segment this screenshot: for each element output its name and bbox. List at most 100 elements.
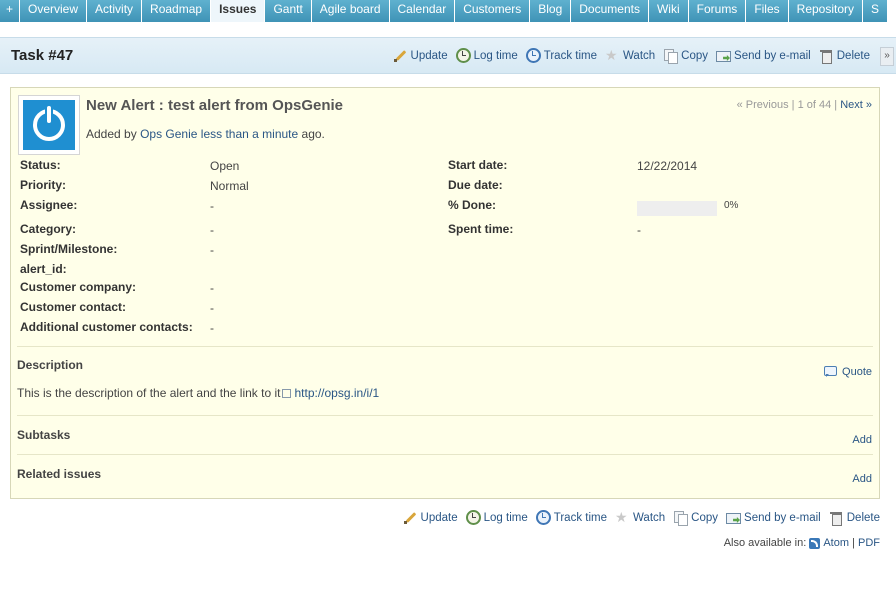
related-issues-title: Related issues [17, 467, 102, 481]
rss-feed-icon [809, 537, 821, 549]
copy-icon [663, 48, 679, 64]
tab-gantt[interactable]: Gantt [265, 0, 311, 22]
watch-button[interactable]: ★ Watch [615, 510, 665, 525]
attr-assignee-label: Assignee: [20, 198, 78, 212]
add-subtask-button[interactable]: Add [852, 434, 872, 446]
opsgenie-logo [23, 100, 75, 150]
attr-customer-contact-value: - [210, 301, 214, 315]
title-bar: Task #47 Update Log time Track time ★ Wat… [0, 37, 896, 74]
description-link[interactable]: http://opsg.in/i/1 [294, 386, 379, 400]
issue-subject: New Alert : test alert from OpsGenie [86, 97, 344, 114]
log-time-button[interactable]: Log time [455, 48, 518, 63]
tab-activity[interactable]: Activity [87, 0, 142, 22]
subtasks-title: Subtasks [17, 428, 71, 442]
delete-button[interactable]: Delete [829, 510, 880, 526]
star-icon: ★ [615, 509, 628, 525]
pencil-icon [403, 510, 418, 525]
divider [17, 454, 873, 455]
pencil-icon [393, 48, 408, 63]
done-percentage: 0% [724, 200, 739, 211]
description-title: Description [17, 358, 84, 372]
tab-roadmap[interactable]: Roadmap [142, 0, 211, 22]
attr-priority-label: Priority: [20, 178, 67, 192]
next-link[interactable]: Next » [840, 99, 872, 111]
issue-navigation: « Previous | 1 of 44 | Next » [736, 99, 872, 111]
previous-link[interactable]: « Previous [737, 99, 789, 111]
tab-issues[interactable]: Issues [211, 0, 265, 22]
attr-spent-time-label: Spent time: [448, 222, 514, 236]
timer-icon [535, 510, 551, 525]
email-icon [716, 48, 732, 63]
tab-customers[interactable]: Customers [455, 0, 530, 22]
attr-customer-company-value: - [210, 281, 214, 295]
sidebar-toggle-button[interactable]: » [880, 47, 894, 66]
attr-sprint-value: - [210, 243, 214, 257]
email-icon [726, 510, 742, 525]
tab-blog[interactable]: Blog [530, 0, 571, 22]
attr-done-label: % Done: [448, 198, 496, 212]
attr-status-value: Open [210, 159, 240, 173]
divider [17, 415, 873, 416]
author-avatar [18, 95, 80, 155]
attr-additional-contacts-value: - [210, 321, 214, 335]
send-email-button[interactable]: Send by e-mail [716, 48, 811, 63]
attr-status-label: Status: [20, 158, 61, 172]
issue-author-line: Added by Ops Genie less than a minute ag… [86, 127, 325, 141]
tab-documents[interactable]: Documents [571, 0, 648, 22]
tab-forums[interactable]: Forums [688, 0, 746, 22]
send-email-button[interactable]: Send by e-mail [726, 510, 821, 525]
tab-repository[interactable]: Repository [788, 0, 863, 22]
attr-customer-company-label: Customer company: [20, 280, 137, 294]
add-related-issue-button[interactable]: Add [852, 473, 872, 485]
tab-agile-board[interactable]: Agile board [311, 0, 389, 22]
attr-start-date-label: Start date: [448, 158, 508, 172]
attr-additional-contacts-label: Additional customer contacts: [20, 320, 193, 334]
atom-link[interactable]: Atom [823, 537, 849, 549]
tab-new[interactable]: + [0, 0, 20, 22]
tab-overview[interactable]: Overview [20, 0, 87, 22]
clock-icon [455, 48, 471, 63]
attr-assignee-value: - [210, 199, 214, 213]
speech-bubble-icon [823, 364, 838, 379]
watch-button[interactable]: ★ Watch [605, 48, 655, 63]
copy-icon [673, 510, 689, 526]
time-ago-link[interactable]: less than a minute [201, 127, 298, 141]
page-title: Task #47 [11, 47, 74, 64]
attr-category-label: Category: [20, 222, 77, 236]
issue-position: 1 of 44 [797, 99, 832, 111]
attr-alert-id-label: alert_id: [20, 262, 67, 276]
external-link-icon [282, 389, 292, 399]
author-link[interactable]: Ops Genie [140, 127, 197, 141]
timer-icon [525, 48, 541, 63]
attr-spent-time-value: - [637, 223, 641, 237]
copy-button[interactable]: Copy [663, 48, 708, 64]
other-formats: Also available in: Atom | PDF [723, 537, 880, 549]
attr-start-date-value: 12/22/2014 [637, 159, 698, 173]
pdf-link[interactable]: PDF [858, 537, 880, 549]
attr-due-date-label: Due date: [448, 178, 503, 192]
update-button[interactable]: Update [403, 510, 458, 525]
attr-sprint-label: Sprint/Milestone: [20, 242, 118, 256]
description-text: This is the description of the alert and… [17, 386, 380, 400]
update-button[interactable]: Update [393, 48, 448, 63]
copy-button[interactable]: Copy [673, 510, 718, 526]
tab-wiki[interactable]: Wiki [648, 0, 688, 22]
log-time-button[interactable]: Log time [465, 510, 528, 525]
issue-actions-bottom: Update Log time Track time ★ Watch Copy S… [395, 510, 880, 526]
trash-icon [829, 510, 844, 526]
trash-icon [819, 48, 834, 64]
track-time-button[interactable]: Track time [535, 510, 607, 525]
done-progress-bar [637, 201, 717, 216]
tab-settings[interactable]: S [863, 0, 888, 22]
main-menu-tabs: + Overview Activity Roadmap Issues Gantt… [0, 0, 896, 22]
tab-calendar[interactable]: Calendar [389, 0, 455, 22]
tab-files[interactable]: Files [746, 0, 788, 22]
attr-category-value: - [210, 223, 214, 237]
clock-icon [465, 510, 481, 525]
attr-priority-value: Normal [210, 179, 249, 193]
quote-button[interactable]: Quote [823, 364, 872, 379]
track-time-button[interactable]: Track time [525, 48, 597, 63]
issue-details: New Alert : test alert from OpsGenie Add… [10, 87, 880, 499]
delete-button[interactable]: Delete [819, 48, 870, 64]
star-icon: ★ [605, 47, 618, 63]
